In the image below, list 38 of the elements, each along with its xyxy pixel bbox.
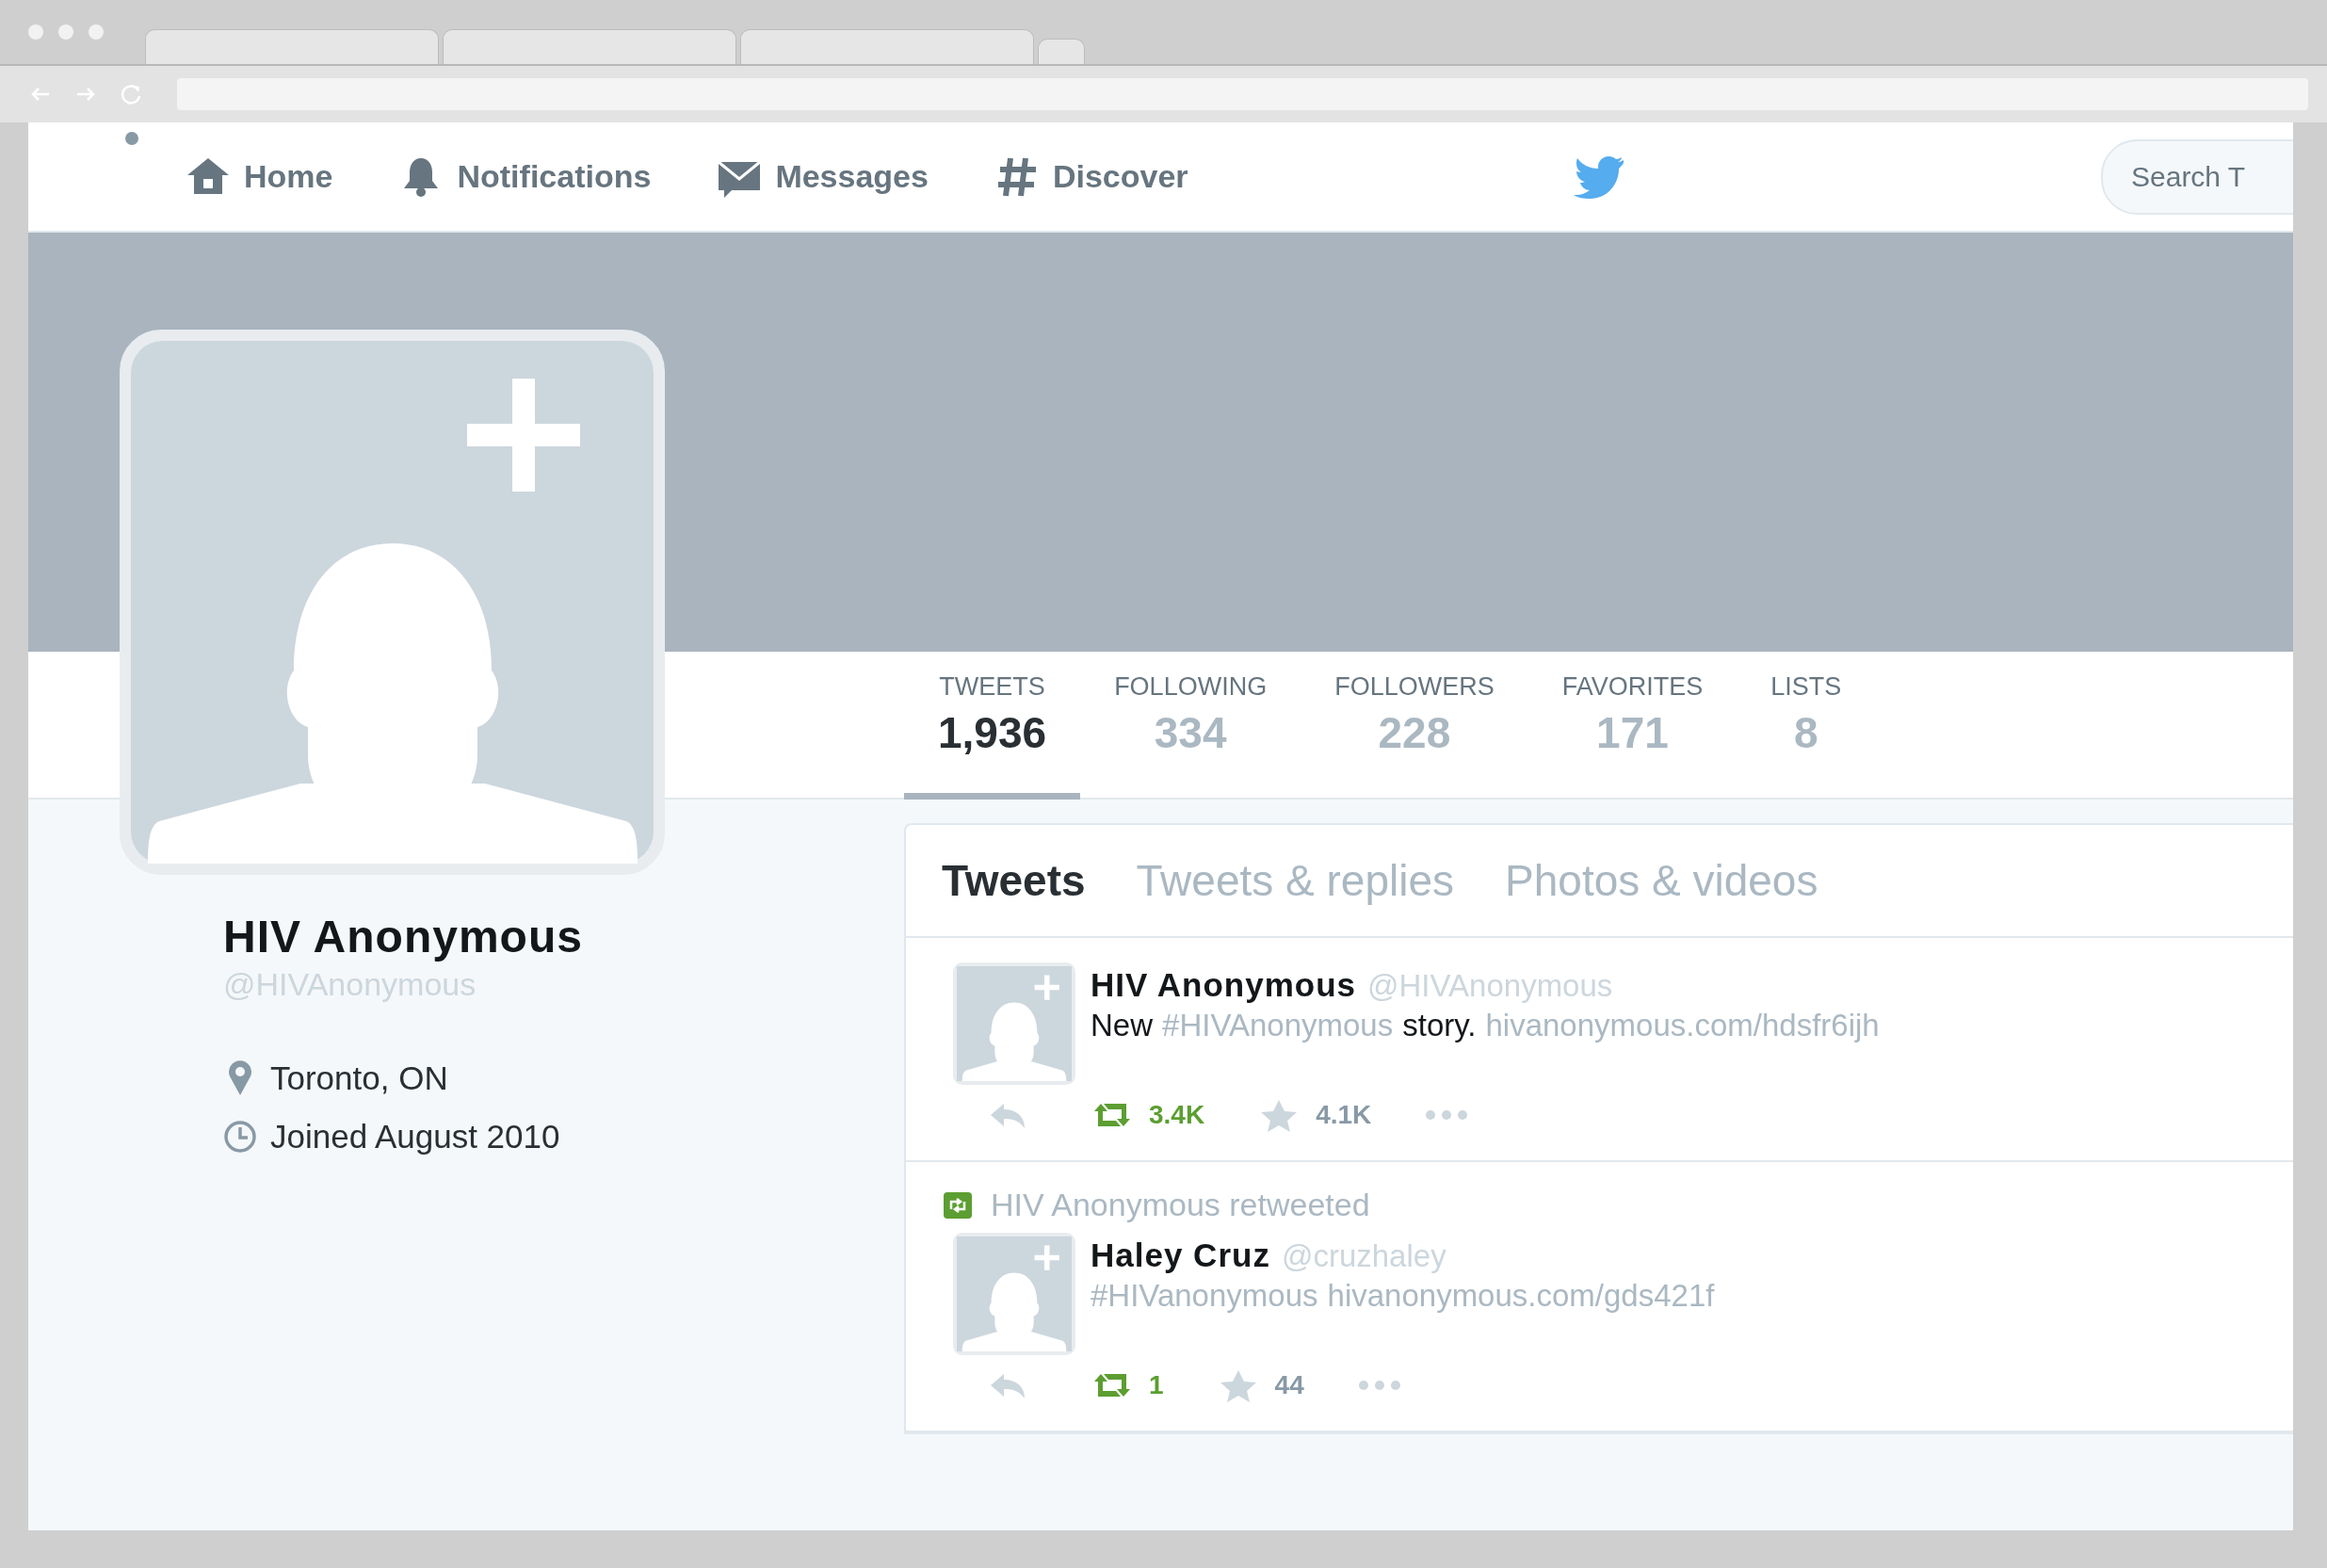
retweet-count: 3.4K	[1149, 1100, 1205, 1130]
retweet-context: HIV Anonymous retweeted	[991, 1187, 1370, 1223]
timeline-tab[interactable]: Tweets	[942, 855, 1086, 906]
window-control[interactable]	[28, 24, 43, 40]
tweet-author[interactable]: Haley Cruz	[1091, 1237, 1270, 1274]
joined-date: Joined August 2010	[270, 1118, 560, 1156]
stat-label[interactable]: FAVORITES	[1561, 672, 1704, 702]
nav-link[interactable]: Home	[184, 152, 333, 202]
tweet-author[interactable]: HIV Anonymous	[1091, 966, 1356, 1004]
browser-tab[interactable]	[740, 29, 1034, 64]
retweet-count: 1	[1149, 1370, 1164, 1400]
window-control[interactable]	[58, 24, 73, 40]
stat-label[interactable]: LISTS	[1770, 672, 1842, 702]
browser-tab[interactable]	[443, 29, 736, 64]
nav-link[interactable]: Notifications	[396, 152, 652, 202]
stat-label[interactable]: FOLLOWERS	[1334, 672, 1495, 702]
bird-logo-icon[interactable]	[1572, 154, 1625, 200]
location-text: Toronto, ON	[270, 1059, 448, 1097]
unread-dot	[125, 132, 138, 145]
stat-label[interactable]: FOLLOWING	[1114, 672, 1268, 702]
favorite-count: 4.1K	[1316, 1100, 1372, 1130]
reload-icon[interactable]	[119, 82, 143, 106]
stat-label[interactable]: TWEETS	[939, 672, 1045, 702]
new-tab-button[interactable]	[1038, 39, 1085, 64]
profile-name: HIV Anonymous	[223, 911, 584, 962]
window-control[interactable]	[89, 24, 104, 40]
more-icon[interactable]	[1356, 1379, 1402, 1392]
stat-count[interactable]: 1,936	[938, 707, 1047, 758]
more-icon[interactable]	[1424, 1108, 1470, 1122]
tweet-text: New	[1091, 1008, 1154, 1043]
search-field[interactable]: Search T	[2101, 138, 2293, 215]
favorite-count: 44	[1274, 1370, 1304, 1400]
retweet-icon	[944, 1191, 972, 1219]
nav-link[interactable]: Discover	[992, 152, 1188, 202]
browser-tab[interactable]	[145, 29, 439, 64]
nav-link[interactable]: Messages	[715, 152, 929, 202]
tweet-text: story.	[1402, 1008, 1477, 1043]
clock-icon	[223, 1118, 257, 1156]
